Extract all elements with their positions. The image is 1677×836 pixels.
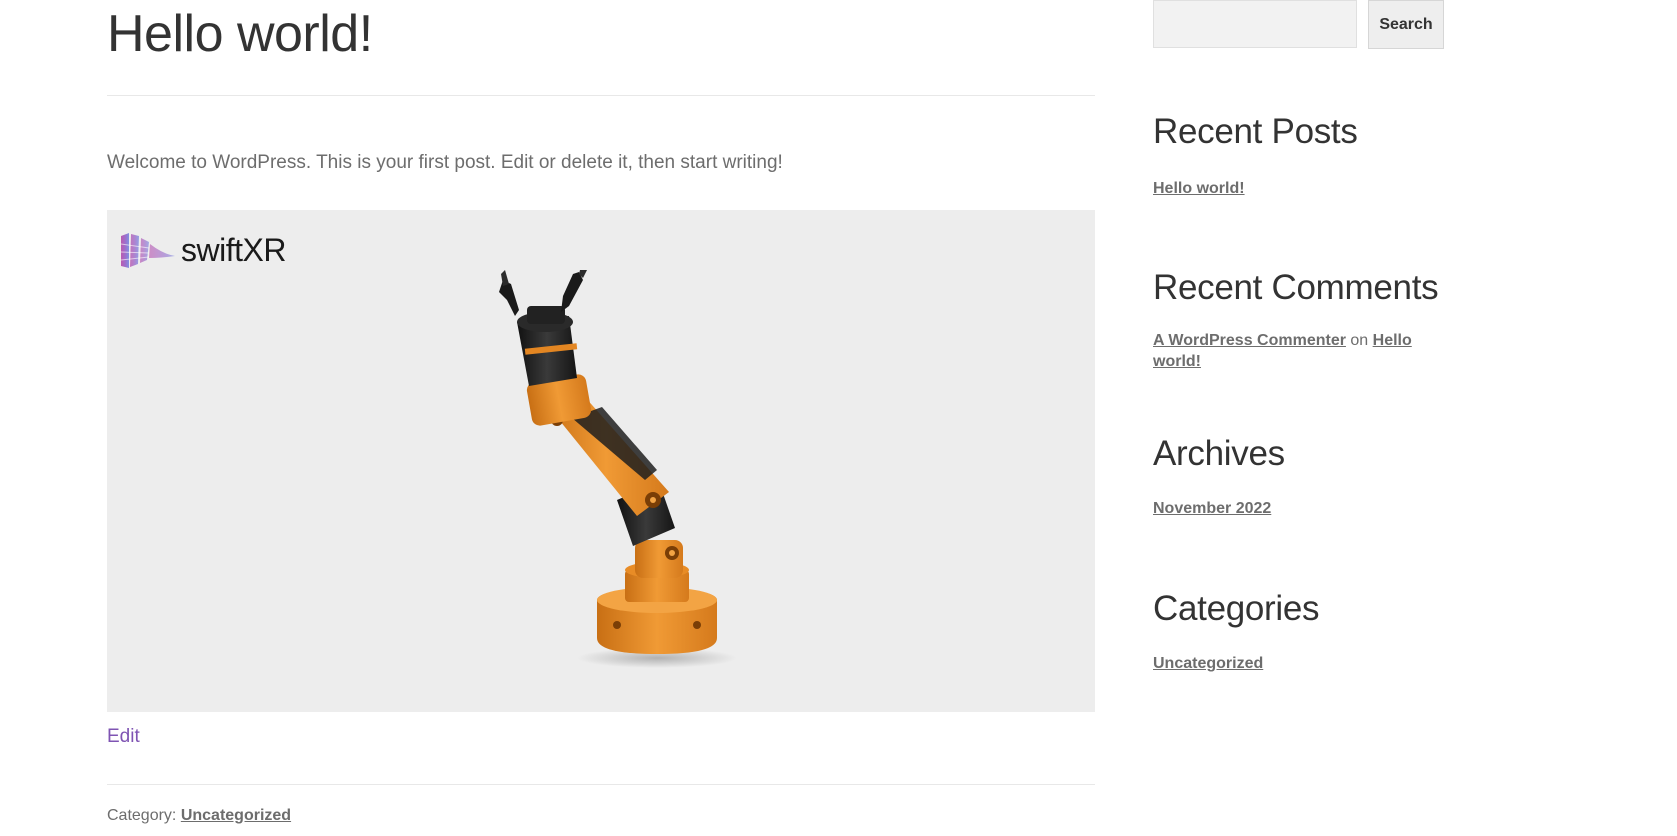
comment-author-link[interactable]: A WordPress Commenter bbox=[1153, 332, 1346, 349]
category-link-uncategorized[interactable]: Uncategorized bbox=[181, 807, 291, 824]
archive-link-november-2022[interactable]: November 2022 bbox=[1153, 500, 1271, 518]
post-category-line: Category: Uncategorized bbox=[107, 807, 291, 825]
sidebar-category-link-uncategorized[interactable]: Uncategorized bbox=[1153, 655, 1263, 673]
swiftxr-wave-icon bbox=[120, 233, 175, 268]
swiftxr-3d-viewer[interactable]: swiftXR bbox=[107, 210, 1095, 712]
archives-title: Archives bbox=[1153, 434, 1285, 473]
categories-title: Categories bbox=[1153, 589, 1320, 628]
recent-comment-item: A WordPress Commenter on Hello world! bbox=[1153, 330, 1443, 372]
post-title: Hello world! bbox=[107, 5, 373, 63]
footer-divider bbox=[107, 784, 1095, 785]
edit-post-link[interactable]: Edit bbox=[107, 726, 140, 748]
recent-post-link[interactable]: Hello world! bbox=[1153, 180, 1245, 198]
swiftxr-logo: swiftXR bbox=[119, 230, 286, 270]
search-button[interactable]: Search bbox=[1368, 0, 1444, 49]
swiftxr-logo-text: swiftXR bbox=[181, 231, 286, 268]
post-intro: Welcome to WordPress. This is your first… bbox=[107, 152, 783, 174]
recent-posts-title: Recent Posts bbox=[1153, 112, 1358, 151]
category-prefix: Category: bbox=[107, 807, 177, 824]
title-divider bbox=[107, 95, 1095, 96]
search-input[interactable] bbox=[1153, 0, 1357, 48]
comment-connector: on bbox=[1350, 332, 1369, 349]
recent-comments-title: Recent Comments bbox=[1153, 268, 1439, 307]
robot-arm-3d-model[interactable] bbox=[457, 270, 757, 700]
post-intro-text: Welcome to WordPress. This is your first… bbox=[107, 152, 783, 173]
